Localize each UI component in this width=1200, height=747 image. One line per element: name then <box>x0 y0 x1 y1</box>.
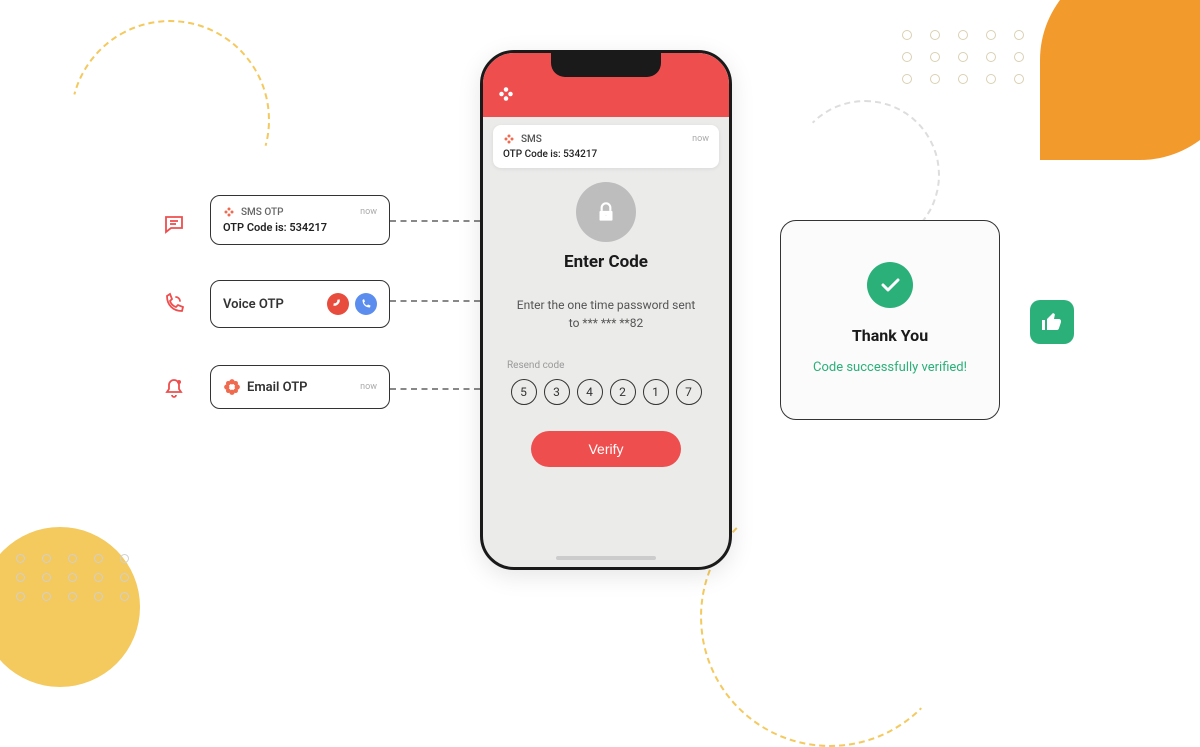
flower-icon <box>223 206 235 218</box>
voice-otp-title: Voice OTP <box>223 297 284 312</box>
code-digit[interactable]: 2 <box>610 379 636 405</box>
sms-otp-time: now <box>360 207 377 217</box>
sms-otp-card: SMS OTP now OTP Code is: 534217 <box>210 195 390 245</box>
check-icon <box>867 262 913 308</box>
decor-blob-bottom-left <box>0 527 140 687</box>
sms-otp-label: SMS OTP <box>241 207 283 218</box>
notif-time: now <box>692 134 709 144</box>
success-subtitle: Code successfully verified! <box>813 359 967 377</box>
sms-otp-body: OTP Code is: 534217 <box>223 221 377 234</box>
flower-icon <box>503 133 515 145</box>
email-otp-title: Email OTP <box>247 380 308 395</box>
decor-dots-bottom-left <box>16 554 136 601</box>
notif-app: SMS <box>521 134 542 145</box>
resend-code-link[interactable]: Resend code <box>483 360 729 371</box>
verify-button[interactable]: Verify <box>531 431 681 467</box>
voice-otp-card: Voice OTP <box>210 280 390 328</box>
code-digit[interactable]: 1 <box>643 379 669 405</box>
code-digit[interactable]: 7 <box>676 379 702 405</box>
code-digit[interactable]: 3 <box>544 379 570 405</box>
decor-blob-top-right <box>1040 0 1200 160</box>
app-logo-icon <box>497 85 515 103</box>
email-otp-time: now <box>360 382 377 392</box>
phone-notification[interactable]: SMS now OTP Code is: 534217 <box>493 125 719 168</box>
connector-line <box>390 388 480 390</box>
chat-icon <box>160 210 188 238</box>
bell-icon <box>160 375 188 403</box>
accept-call-button[interactable] <box>355 293 377 315</box>
connector-line <box>390 220 480 222</box>
code-digit[interactable]: 5 <box>511 379 537 405</box>
code-input-row[interactable]: 5 3 4 2 1 7 <box>483 379 729 405</box>
code-digit[interactable]: 4 <box>577 379 603 405</box>
flower-icon <box>223 378 241 396</box>
success-card: Thank You Code successfully verified! <box>780 220 1000 420</box>
phone-header <box>483 53 729 117</box>
lock-icon <box>576 182 636 242</box>
decor-arc-bottom-right <box>700 487 960 747</box>
email-otp-card: Email OTP now <box>210 365 390 409</box>
notif-message: OTP Code is: 534217 <box>503 149 709 160</box>
success-title: Thank You <box>852 326 928 345</box>
enter-code-title: Enter Code <box>483 252 729 272</box>
enter-code-subtitle: Enter the one time password sent to *** … <box>483 296 729 332</box>
thumbs-up-icon <box>1030 300 1074 344</box>
phone-mockup: SMS now OTP Code is: 534217 Enter Code E… <box>480 50 732 570</box>
home-indicator <box>556 556 656 560</box>
decor-dots-top-right <box>902 30 1030 84</box>
phone-notch <box>551 53 661 77</box>
phone-icon <box>160 290 188 318</box>
decline-call-button[interactable] <box>327 293 349 315</box>
connector-line <box>390 300 480 302</box>
